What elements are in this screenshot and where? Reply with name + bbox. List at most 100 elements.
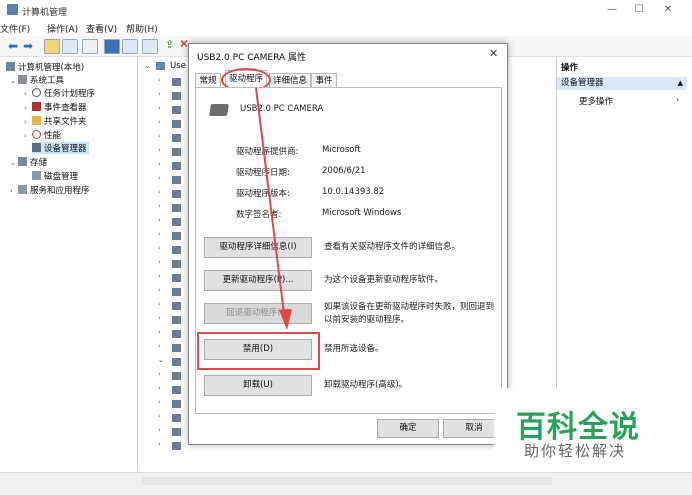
chevron-right-icon[interactable]: ›: [158, 174, 161, 182]
update-driver-desc: 为这个设备更新驱动程序软件。: [324, 275, 444, 285]
chevron-right-icon[interactable]: ›: [158, 272, 161, 280]
chevron-right-icon[interactable]: ›: [158, 244, 161, 252]
chevron-right-icon[interactable]: ›: [158, 132, 161, 140]
rollback-driver-button[interactable]: 回退驱动程序(R): [204, 303, 312, 324]
date-label: 驱动程序日期:: [236, 168, 290, 178]
chevron-right-icon[interactable]: ›: [158, 328, 161, 336]
collapse-up-icon[interactable]: ▲: [678, 77, 683, 90]
console-tree-icon[interactable]: [62, 39, 78, 54]
chevron-right-icon[interactable]: ›: [158, 258, 161, 266]
folder-up-icon[interactable]: [44, 39, 60, 54]
tree-shared-folders[interactable]: › 共享文件夹: [24, 115, 87, 127]
tree-services[interactable]: › 服务和应用程序: [10, 184, 90, 196]
menu-file[interactable]: 文件(F): [0, 22, 30, 35]
chevron-right-icon[interactable]: ›: [158, 230, 161, 238]
more-actions-link[interactable]: 更多操作: [579, 95, 613, 107]
watermark-slogan: 助你轻松解决: [524, 442, 627, 460]
update-driver-icon[interactable]: ⇪: [165, 38, 174, 51]
clock-icon: [32, 88, 41, 97]
actions-header: 操作: [561, 63, 579, 73]
chevron-right-icon[interactable]: ›: [158, 104, 161, 112]
device-category-icon: [172, 190, 181, 198]
signer-value: Microsoft Windows: [322, 208, 402, 218]
tab-details[interactable]: 详细信息: [269, 73, 311, 88]
chevron-right-icon[interactable]: ›: [24, 132, 32, 140]
window-title: 计算机管理: [22, 8, 68, 18]
device-root-label[interactable]: Use: [170, 61, 186, 71]
chevron-right-icon[interactable]: ›: [24, 104, 32, 112]
device-category-icon: [172, 246, 181, 254]
chevron-right-icon[interactable]: ›: [24, 118, 32, 126]
chevron-right-icon[interactable]: ›: [158, 426, 161, 434]
tab-general[interactable]: 常规: [195, 73, 221, 88]
shared-folder-icon: [32, 116, 41, 125]
chevron-right-icon[interactable]: ›: [158, 90, 161, 98]
horizontal-scrollbar[interactable]: [142, 477, 552, 485]
chevron-right-icon[interactable]: ›: [158, 314, 161, 322]
maximize-icon[interactable]: ☐: [629, 3, 649, 17]
chevron-right-icon[interactable]: ›: [158, 300, 161, 308]
close-icon[interactable]: ✕: [489, 47, 498, 60]
forward-arrow-icon[interactable]: ➡: [23, 39, 33, 53]
device-category-icon: [172, 148, 181, 156]
chevron-right-icon[interactable]: ›: [10, 187, 18, 195]
chevron-right-icon[interactable]: ›: [158, 440, 161, 448]
menu-bar: 文件(F) 操作(A) 查看(V) 帮助(H): [0, 20, 692, 36]
update-driver-button[interactable]: 更新驱动程序(P)...: [204, 270, 312, 291]
chevron-right-icon[interactable]: ›: [158, 412, 161, 420]
ok-button[interactable]: 确定: [377, 419, 439, 438]
tools-icon: [18, 75, 27, 84]
device-category-icon: [172, 400, 181, 408]
driver-details-button[interactable]: 驱动程序详细信息(I): [204, 237, 312, 258]
device-category-icon: [172, 274, 181, 282]
device-category-icon: [172, 134, 181, 142]
properties-icon[interactable]: [82, 39, 98, 54]
device-category-icon: [172, 260, 181, 268]
menu-view[interactable]: 查看(V): [86, 22, 117, 35]
chevron-right-icon[interactable]: ›: [158, 146, 161, 154]
watermark: 百科全说 助你轻松解决: [494, 388, 656, 472]
storage-icon: [18, 157, 27, 166]
close-icon[interactable]: ✕: [658, 3, 678, 17]
device-category-icon: [172, 218, 181, 226]
chevron-right-icon[interactable]: ›: [158, 76, 161, 84]
uninstall-button[interactable]: 卸载(U): [204, 375, 312, 396]
chevron-right-icon[interactable]: ›: [24, 90, 32, 98]
chevron-down-icon[interactable]: ⌄: [144, 61, 151, 70]
tree-storage[interactable]: ⌄ 存储: [10, 156, 47, 168]
device-manager-icon: [32, 143, 41, 152]
actions-section[interactable]: 设备管理器 ▲: [557, 77, 687, 90]
chevron-right-icon[interactable]: ⌄: [158, 356, 164, 364]
minimize-icon[interactable]: —: [602, 3, 622, 17]
device-category-icon: [172, 428, 181, 436]
help-icon[interactable]: [104, 39, 120, 54]
view-icon[interactable]: [122, 39, 138, 54]
chevron-right-icon[interactable]: ›: [158, 342, 161, 350]
chevron-right-icon[interactable]: ›: [158, 118, 161, 126]
chevron-right-icon[interactable]: ›: [676, 95, 679, 104]
menu-help[interactable]: 帮助(H): [126, 22, 158, 35]
menu-action[interactable]: 操作(A): [47, 22, 78, 35]
chevron-right-icon[interactable]: ›: [158, 188, 161, 196]
disable-button[interactable]: 禁用(D): [204, 339, 312, 360]
tree-device-manager[interactable]: 设备管理器: [32, 142, 89, 154]
back-arrow-icon[interactable]: ⬅: [8, 39, 18, 53]
monitor-icon[interactable]: [142, 39, 158, 54]
chevron-right-icon[interactable]: ›: [158, 384, 161, 392]
tree-system-tools[interactable]: ⌄ 系统工具: [10, 74, 64, 86]
chevron-right-icon[interactable]: ›: [158, 398, 161, 406]
chevron-right-icon[interactable]: ›: [158, 216, 161, 224]
chevron-right-icon[interactable]: ›: [158, 160, 161, 168]
tree-performance[interactable]: › 性能: [24, 129, 61, 141]
tree-root[interactable]: 计算机管理(本地): [6, 61, 84, 73]
chevron-down-icon[interactable]: ⌄: [10, 77, 18, 85]
tree-event-viewer[interactable]: › 事件查看器: [24, 101, 87, 113]
chevron-right-icon[interactable]: ›: [158, 370, 161, 378]
tab-events[interactable]: 事件: [311, 73, 337, 88]
chevron-right-icon[interactable]: ›: [158, 202, 161, 210]
uninstall-desc: 卸载驱动程序(高级)。: [324, 380, 408, 390]
tree-task-scheduler[interactable]: › 任务计划程序: [24, 87, 95, 99]
chevron-down-icon[interactable]: ⌄: [10, 159, 18, 167]
tree-disk-management[interactable]: 磁盘管理: [32, 170, 78, 182]
chevron-right-icon[interactable]: ›: [158, 286, 161, 294]
